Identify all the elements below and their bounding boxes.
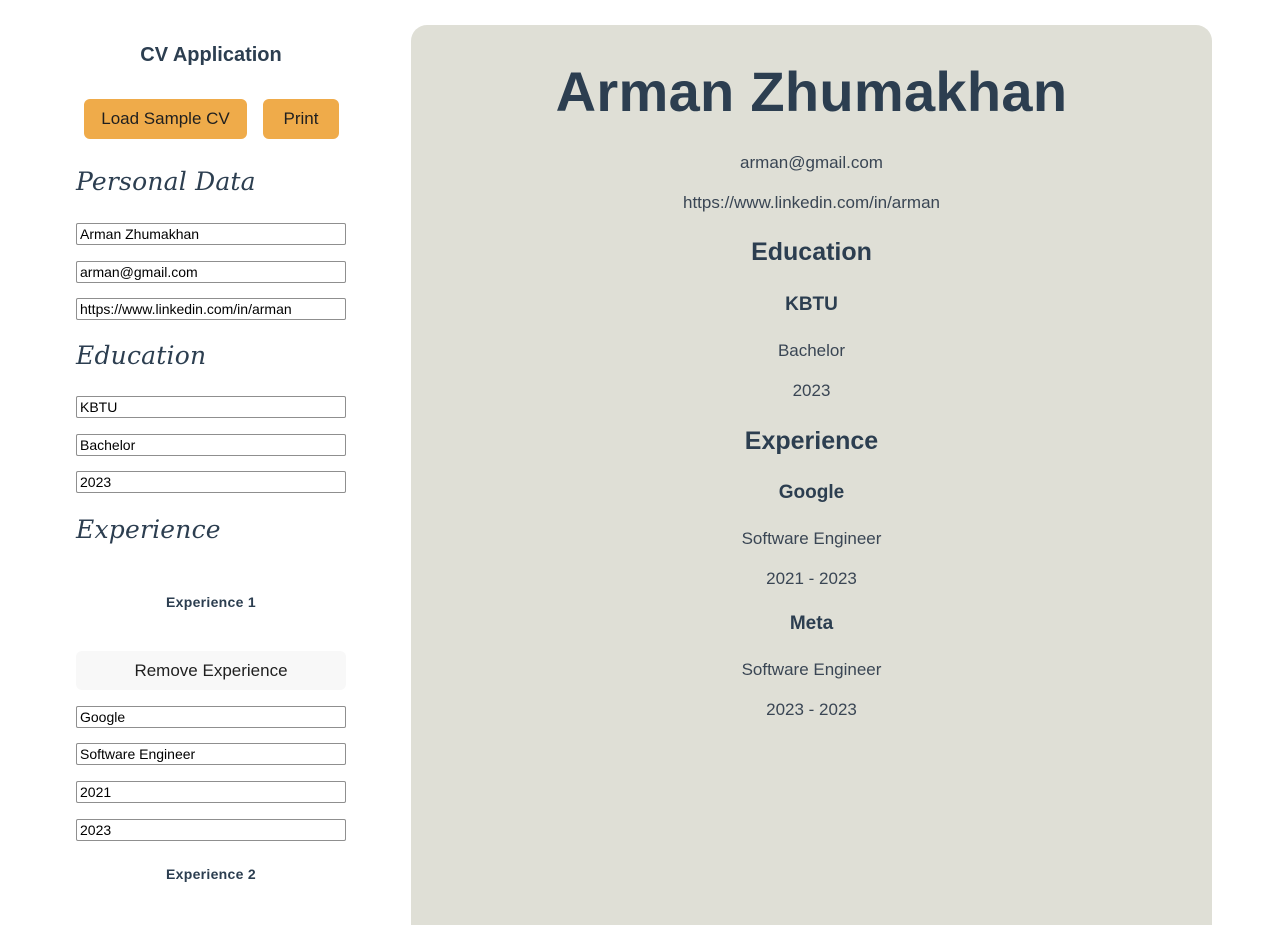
preview-experience-dates: 2023 - 2023 <box>766 700 857 719</box>
company-input[interactable] <box>76 706 346 728</box>
load-sample-cv-button[interactable]: Load Sample CV <box>84 99 247 139</box>
linkedin-input[interactable] <box>76 298 346 320</box>
print-button[interactable]: Print <box>263 99 339 139</box>
preview-experience-company: Google <box>778 482 845 503</box>
cv-editor-panel: CV Application Load Sample CV Print Pers… <box>0 0 411 895</box>
app-title: CV Application <box>140 44 282 66</box>
start-year-input[interactable] <box>76 781 346 803</box>
preview-school: KBTU <box>785 294 838 315</box>
degree-input[interactable] <box>76 434 346 456</box>
preview-experience-heading: Experience <box>744 427 879 455</box>
end-year-input[interactable] <box>76 819 346 841</box>
preview-degree: Bachelor <box>777 341 846 360</box>
experience-1-label: Experience 1 <box>166 594 256 610</box>
position-input[interactable] <box>76 743 346 765</box>
preview-education-heading: Education <box>751 238 872 266</box>
preview-linkedin: https://www.linkedin.com/in/arman <box>683 193 940 212</box>
email-input[interactable] <box>76 261 346 283</box>
preview-graduation-year: 2023 <box>792 381 831 400</box>
experience-heading: Experience <box>76 515 221 544</box>
experience-2-label: Experience 2 <box>166 866 256 882</box>
graduation-year-input[interactable] <box>76 471 346 493</box>
name-input[interactable] <box>76 223 346 245</box>
preview-experience-position: Software Engineer <box>741 529 882 548</box>
cv-preview-panel: Arman Zhumakhan arman@gmail.com https://… <box>411 25 1212 925</box>
school-input[interactable] <box>76 396 346 418</box>
preview-email: arman@gmail.com <box>740 153 883 172</box>
personal-data-heading: Personal Data <box>76 167 256 196</box>
preview-experience-dates: 2021 - 2023 <box>766 569 857 588</box>
preview-name: Arman Zhumakhan <box>555 60 1068 123</box>
remove-experience-button[interactable]: Remove Experience <box>76 651 346 690</box>
preview-experience-position: Software Engineer <box>741 660 882 679</box>
education-heading: Education <box>76 341 207 370</box>
preview-experience-company: Meta <box>789 613 834 634</box>
